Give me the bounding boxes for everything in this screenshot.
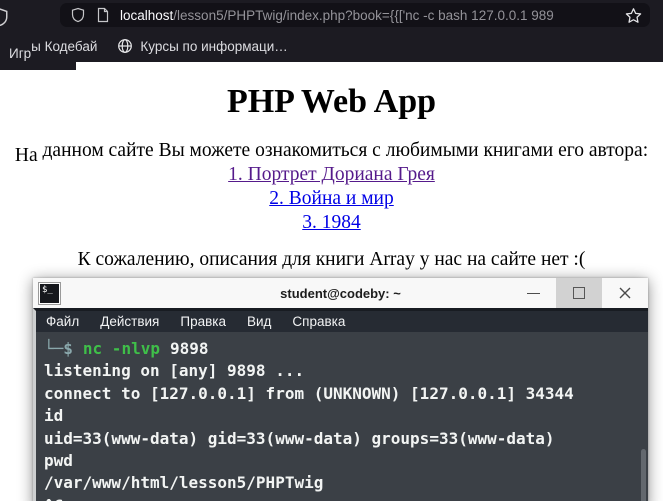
terminal-line: uid=33(www-data) gid=33(www-data) groups… xyxy=(44,428,555,448)
bookmark-item-courses[interactable]: Курсы по информаци… xyxy=(117,38,288,54)
shell-command: nc -nlvp xyxy=(82,339,160,358)
globe-icon xyxy=(117,38,133,54)
menu-help[interactable]: Справка xyxy=(292,314,345,329)
intro-rest: данном сайте Вы можете ознакомиться с лю… xyxy=(42,140,649,161)
minimize-icon xyxy=(526,292,540,294)
terminal-menubar: Файл Действия Правка Вид Справка xyxy=(33,308,648,332)
menu-edit[interactable]: Правка xyxy=(180,314,226,329)
terminal-titlebar[interactable]: $_ student@codeby: ~ xyxy=(33,278,648,308)
bookmark-item-games[interactable]: Игр ы Кодебай xyxy=(9,38,98,61)
url-bar[interactable]: localhost/lesson5/PHPTwig/index.php?book… xyxy=(60,3,650,27)
no-description-text: К сожалению, описания для книги Array у … xyxy=(77,249,586,270)
terminal-scrollbar-thumb[interactable] xyxy=(641,449,646,501)
bookmark-label: Курсы по информаци… xyxy=(140,38,288,54)
bookmark-label: ы Кодебай xyxy=(31,38,98,54)
shell-command-arg: 9898 xyxy=(169,339,209,358)
menu-view[interactable]: Вид xyxy=(247,314,271,329)
toolbar-edge-artifact xyxy=(0,62,76,70)
maximize-button[interactable] xyxy=(556,278,602,308)
terminal-line: ^C xyxy=(44,495,640,501)
terminal-window: $_ student@codeby: ~ Файл Действия Правк… xyxy=(33,278,648,501)
close-button[interactable] xyxy=(602,278,648,308)
browser-toolbar: localhost/lesson5/PHPTwig/index.php?book… xyxy=(0,0,663,30)
terminal-line: id xyxy=(44,406,64,426)
shield-icon[interactable] xyxy=(70,7,86,23)
book-link-1[interactable]: 1. Портрет Дориана Грея xyxy=(0,163,663,187)
page-info-icon[interactable] xyxy=(95,7,111,23)
terminal-line: listening on [any] 9898 ... xyxy=(44,361,305,381)
bookmark-star-icon[interactable] xyxy=(625,7,642,24)
page-title: PHP Web App xyxy=(226,83,437,120)
terminal-line: connect to [127.0.0.1] from (UNKNOWN) [1… xyxy=(44,383,574,403)
minimize-button[interactable] xyxy=(510,278,556,308)
terminal-prompt-line: └─$ nc -nlvp 9898 xyxy=(44,338,640,360)
intro-first-word: На xyxy=(14,145,38,166)
extension-icon[interactable] xyxy=(0,8,9,27)
book-links: 1. Портрет Дориана Грея 2. Война и мир 3… xyxy=(0,163,663,235)
url-path: /lesson5/PHPTwig/index.php?book={{['nc -… xyxy=(173,7,554,23)
book-link-2[interactable]: 2. Война и мир xyxy=(0,187,663,211)
screen: localhost/lesson5/PHPTwig/index.php?book… xyxy=(0,0,663,501)
url-text: localhost/lesson5/PHPTwig/index.php?book… xyxy=(120,8,619,23)
close-icon xyxy=(618,286,632,300)
terminal-line: /var/www/html/lesson5/PHPTwig xyxy=(44,473,324,493)
window-buttons xyxy=(510,278,648,308)
shell-prompt: └─$ xyxy=(44,339,73,358)
bookmark-label-part: Игр xyxy=(9,45,32,61)
bookmarks-bar: Игр ы Кодебай Курсы по информаци… xyxy=(0,30,663,62)
book-link-3[interactable]: 3. 1984 xyxy=(0,211,663,235)
url-host: localhost xyxy=(120,7,174,23)
web-page-content: PHP Web App На данном сайте Вы можете оз… xyxy=(0,83,663,271)
terminal-line: pwd xyxy=(44,450,73,470)
menu-actions[interactable]: Действия xyxy=(100,314,159,329)
terminal-output-area[interactable]: └─$ nc -nlvp 9898 listening on [any] 9898 … xyxy=(33,332,648,501)
menu-file[interactable]: Файл xyxy=(46,314,79,329)
maximize-icon xyxy=(573,287,585,299)
terminal-app-icon: $_ xyxy=(38,281,61,305)
intro-text: На данном сайте Вы можете ознакомиться с… xyxy=(0,139,663,166)
